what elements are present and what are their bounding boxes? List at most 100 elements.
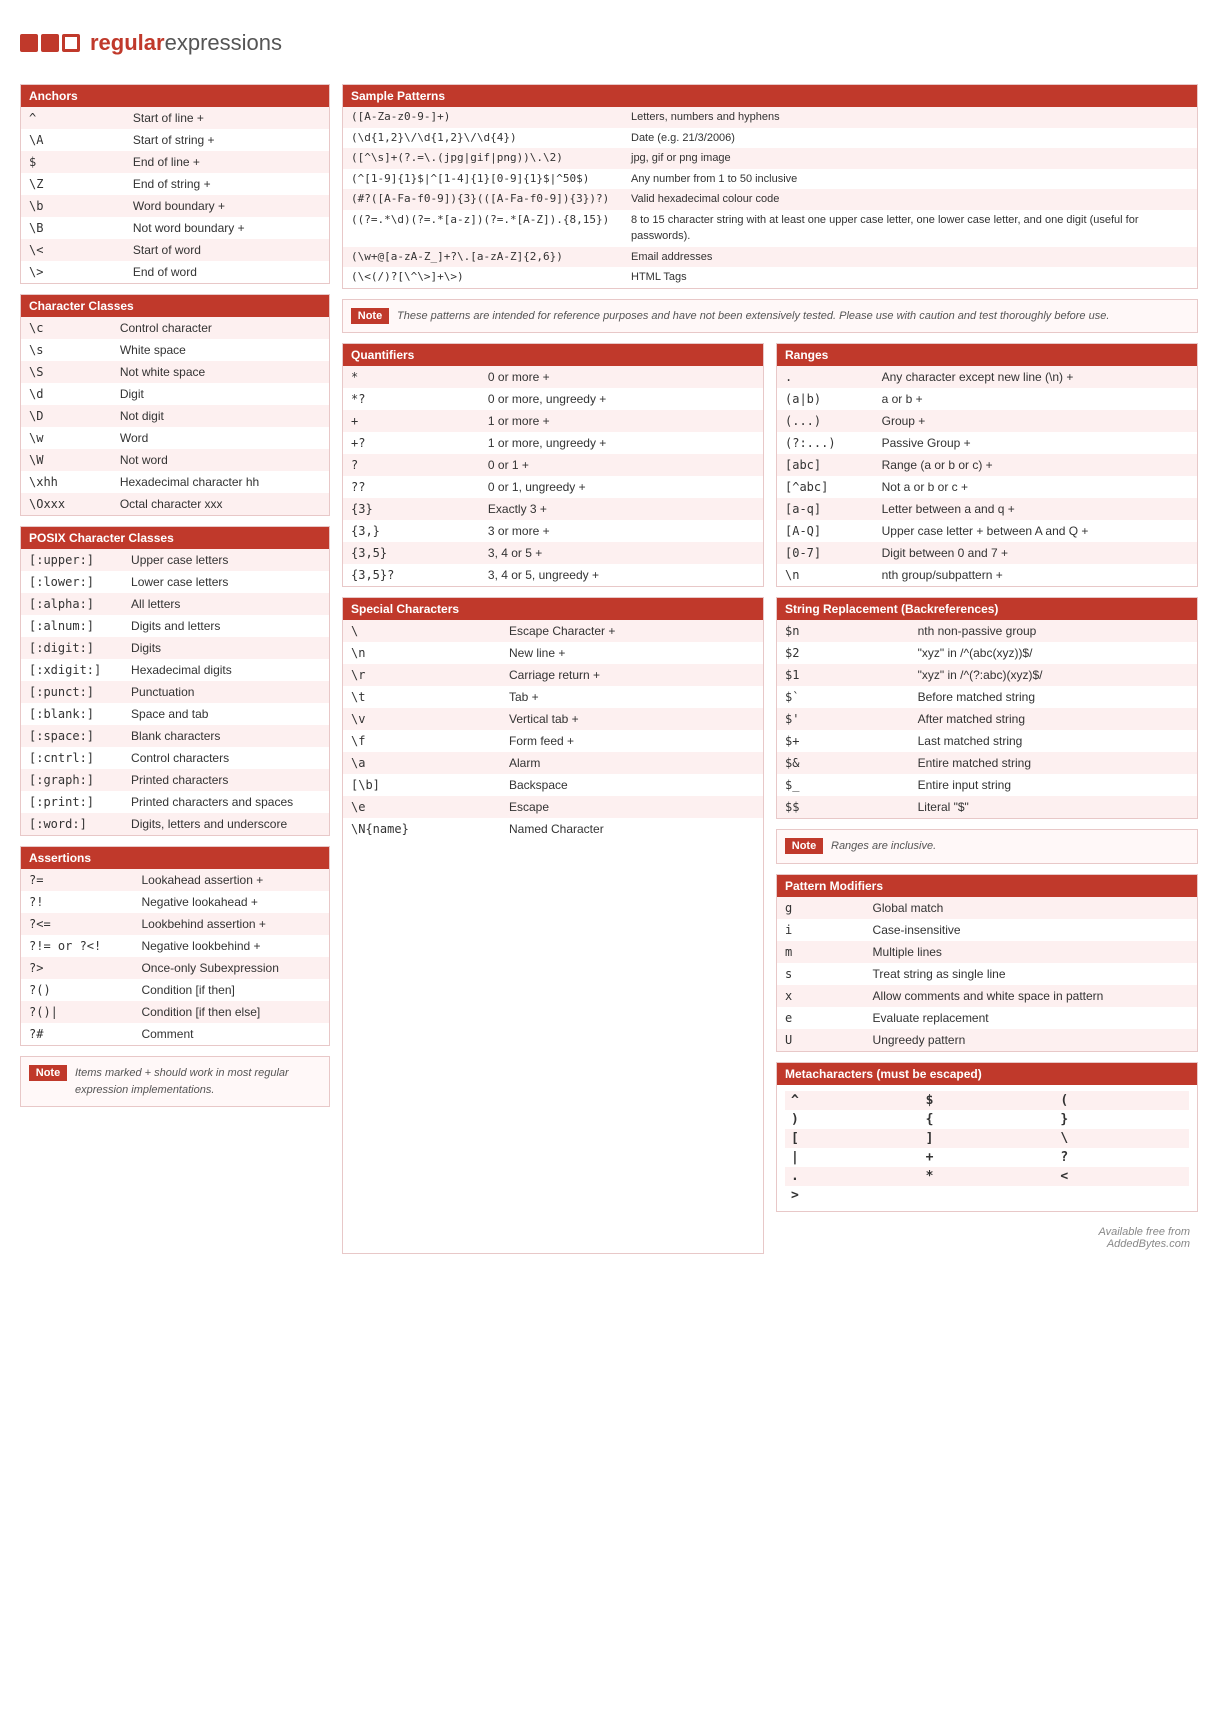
desc-cell: Hexadecimal character hh <box>112 471 329 493</box>
table-row: \nnth group/subpattern + <box>777 564 1197 586</box>
table-row: \DNot digit <box>21 405 329 427</box>
desc-cell: Space and tab <box>123 703 329 725</box>
desc-cell: Ungreedy pattern <box>865 1029 1197 1051</box>
desc-cell: Negative lookbehind + <box>133 935 329 957</box>
code-cell: (\<(/)?[\^\>]+\>) <box>343 267 623 288</box>
meta-char-cell: * <box>920 1167 1055 1186</box>
table-row: eEvaluate replacement <box>777 1007 1197 1029</box>
desc-cell: Lookbehind assertion + <box>133 913 329 935</box>
code-cell: \S <box>21 361 112 383</box>
quantifiers-table: *0 or more +*?0 or more, ungreedy ++1 or… <box>343 366 763 586</box>
quantifiers-ranges-row: Quantifiers *0 or more +*?0 or more, ung… <box>342 343 1198 587</box>
table-row: \wWord <box>21 427 329 449</box>
table-row: $$Literal "$" <box>777 796 1197 818</box>
code-cell: $& <box>777 752 910 774</box>
code-cell: ?> <box>21 957 133 979</box>
desc-cell: Start of string + <box>125 129 329 151</box>
desc-cell: Digits, letters and underscore <box>123 813 329 835</box>
desc-cell: Upper case letter + between A and Q + <box>874 520 1197 542</box>
desc-cell: Digit between 0 and 7 + <box>874 542 1197 564</box>
table-row: [:blank:]Space and tab <box>21 703 329 725</box>
desc-cell: Any number from 1 to 50 inclusive <box>623 169 1197 190</box>
desc-cell: Word boundary + <box>125 195 329 217</box>
desc-cell: Control characters <box>123 747 329 769</box>
desc-cell: Not word boundary + <box>125 217 329 239</box>
table-row: gGlobal match <box>777 897 1197 919</box>
desc-cell: Condition [if then] <box>133 979 329 1001</box>
code-cell: (\d{1,2}\/\d{1,2}\/\d{4}) <box>343 128 623 149</box>
desc-cell: Start of line + <box>125 107 329 129</box>
code-cell: \ <box>343 620 501 642</box>
table-row: [a-q]Letter between a and q + <box>777 498 1197 520</box>
desc-cell: Any character except new line (\n) + <box>874 366 1197 388</box>
desc-cell: nth group/subpattern + <box>874 564 1197 586</box>
code-cell: [:print:] <box>21 791 123 813</box>
desc-cell: HTML Tags <box>623 267 1197 288</box>
assertions-note-text: Items marked + should work in most regul… <box>75 1065 321 1098</box>
desc-cell: Lookahead assertion + <box>133 869 329 891</box>
code-cell: [:upper:] <box>21 549 123 571</box>
table-row: $`Before matched string <box>777 686 1197 708</box>
code-cell: \e <box>343 796 501 818</box>
code-cell: (a|b) <box>777 388 874 410</box>
table-row: $'After matched string <box>777 708 1197 730</box>
assertions-note-box: Note Items marked + should work in most … <box>20 1056 330 1107</box>
code-cell: (^[1-9]{1}$|^[1-4]{1}[0-9]{1}$|^50$) <box>343 169 623 190</box>
logo-text: regularexpressions <box>90 30 282 56</box>
table-row: [0-7]Digit between 0 and 7 + <box>777 542 1197 564</box>
desc-cell: Before matched string <box>910 686 1197 708</box>
code-cell: (#?([A-Fa-f0-9]){3}(([A-Fa-f0-9]){3})?) <box>343 189 623 210</box>
table-row: \rCarriage return + <box>343 664 763 686</box>
desc-cell: Named Character <box>501 818 763 840</box>
desc-cell: Email addresses <box>623 247 1197 268</box>
code-cell: [A-Q] <box>777 520 874 542</box>
desc-cell: Start of word <box>125 239 329 261</box>
table-row: [:cntrl:]Control characters <box>21 747 329 769</box>
table-row: \dDigit <box>21 383 329 405</box>
desc-cell: Case-insensitive <box>865 919 1197 941</box>
table-row: $&Entire matched string <box>777 752 1197 774</box>
table-row: \bWord boundary + <box>21 195 329 217</box>
desc-cell: "xyz" in /^(?:abc)(xyz)$/ <box>910 664 1197 686</box>
desc-cell: 3, 4 or 5, ungreedy + <box>480 564 763 586</box>
table-row: (\<(/)?[\^\>]+\>)HTML Tags <box>343 267 1197 288</box>
code-cell: {3,} <box>343 520 480 542</box>
code-cell: \r <box>343 664 501 686</box>
string-replacement-header: String Replacement (Backreferences) <box>777 598 1197 620</box>
table-row: ?()|Condition [if then else] <box>21 1001 329 1023</box>
table-row: +?1 or more, ungreedy + <box>343 432 763 454</box>
metacharacters-grid: ^$(){}[]\|+?.*<> <box>777 1085 1197 1211</box>
table-row: ^Start of line + <box>21 107 329 129</box>
code-cell: $2 <box>777 642 910 664</box>
desc-cell: Group + <box>874 410 1197 432</box>
table-row: $1"xyz" in /^(?:abc)(xyz)$/ <box>777 664 1197 686</box>
table-row: (a|b)a or b + <box>777 388 1197 410</box>
desc-cell: Entire input string <box>910 774 1197 796</box>
desc-cell: Treat string as single line <box>865 963 1197 985</box>
assertions-header: Assertions <box>21 847 329 869</box>
table-row: \vVertical tab + <box>343 708 763 730</box>
meta-char-cell <box>920 1186 1055 1205</box>
meta-char-cell: ? <box>1054 1148 1189 1167</box>
table-row: [:alpha:]All letters <box>21 593 329 615</box>
character-classes-header: Character Classes <box>21 295 329 317</box>
code-cell: e <box>777 1007 865 1029</box>
meta-char-cell: | <box>785 1148 920 1167</box>
desc-cell: Global match <box>865 897 1197 919</box>
desc-cell: End of line + <box>125 151 329 173</box>
desc-cell: 0 or more + <box>480 366 763 388</box>
table-row: \WNot word <box>21 449 329 471</box>
code-cell: $n <box>777 620 910 642</box>
code-cell: + <box>343 410 480 432</box>
table-row: [:lower:]Lower case letters <box>21 571 329 593</box>
sample-note-label: Note <box>351 308 389 324</box>
table-row: $+Last matched string <box>777 730 1197 752</box>
table-row: \sWhite space <box>21 339 329 361</box>
anchors-header: Anchors <box>21 85 329 107</box>
desc-cell: After matched string <box>910 708 1197 730</box>
desc-cell: Entire matched string <box>910 752 1197 774</box>
desc-cell: Range (a or b or c) + <box>874 454 1197 476</box>
table-row: {3,}3 or more + <box>343 520 763 542</box>
table-row: [^abc]Not a or b or c + <box>777 476 1197 498</box>
table-row: \BNot word boundary + <box>21 217 329 239</box>
